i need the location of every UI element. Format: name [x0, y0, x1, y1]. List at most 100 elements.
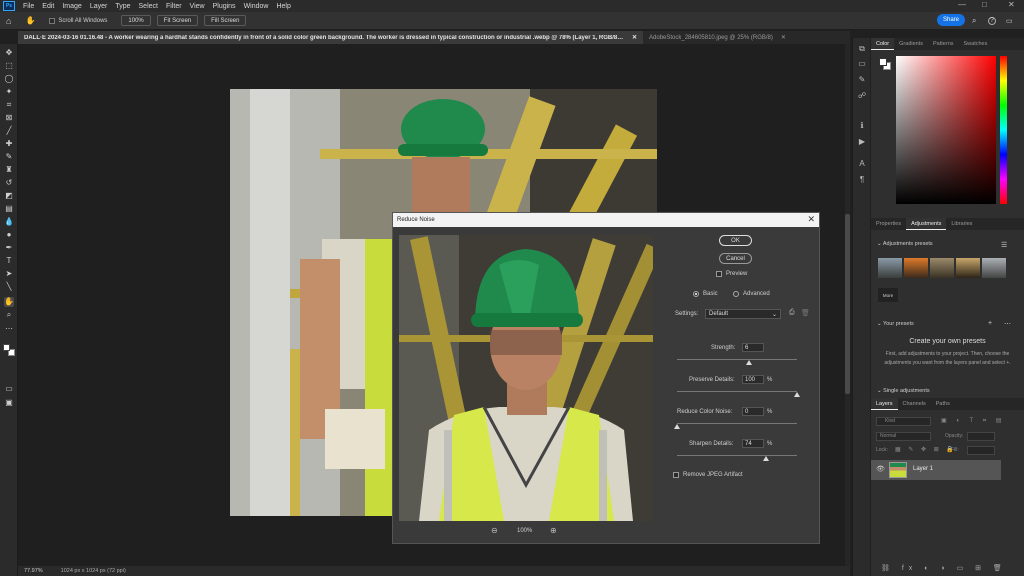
zoom-tool-icon[interactable]: ⌕	[4, 310, 14, 320]
brush-settings-icon[interactable]: ✎	[857, 74, 867, 84]
search-icon[interactable]: ⌕	[972, 16, 976, 26]
adjustments-presets-heading[interactable]: ⌄ Adjustments presets	[877, 241, 933, 247]
menu-image[interactable]: Image	[62, 3, 81, 10]
menu-window[interactable]: Window	[244, 3, 269, 10]
preserve-details-input[interactable]: 100	[742, 375, 764, 384]
fill-screen-button[interactable]: Fill Screen	[204, 15, 247, 26]
scrollbar-thumb[interactable]	[845, 214, 850, 394]
settings-select[interactable]: Default ⌄	[705, 309, 781, 319]
dodge-tool-icon[interactable]: ●	[4, 230, 14, 240]
more-tools-icon[interactable]: ⋯	[4, 324, 14, 334]
dialog-close-icon[interactable]: ✕	[807, 214, 815, 225]
menu-help[interactable]: Help	[276, 3, 290, 10]
reduce-color-noise-slider-track[interactable]	[677, 423, 797, 424]
preset-thumbnail[interactable]	[878, 258, 902, 278]
paragraph-icon[interactable]: ¶	[857, 174, 867, 184]
hand-tool-icon[interactable]: ✋	[4, 297, 14, 307]
zoom-100-button[interactable]: 100%	[121, 15, 151, 26]
blend-mode-select[interactable]: Normal	[876, 432, 931, 441]
add-preset-icon[interactable]: +	[988, 320, 992, 327]
visibility-eye-icon[interactable]: 👁	[876, 465, 885, 473]
hand-tool-icon[interactable]: ✋	[25, 16, 35, 25]
move-tool-icon[interactable]: ✥	[4, 48, 14, 58]
healing-brush-tool-icon[interactable]: ✚	[4, 139, 14, 149]
preserve-details-slider-track[interactable]	[677, 391, 797, 392]
menu-select[interactable]: Select	[139, 3, 158, 10]
opacity-field[interactable]	[967, 432, 995, 441]
tab-patterns[interactable]: Patterns	[928, 38, 958, 50]
history-icon[interactable]: ⧉	[857, 44, 867, 54]
menu-file[interactable]: File	[23, 3, 34, 10]
reduce-color-noise-slider-knob[interactable]	[674, 424, 680, 429]
zoom-level[interactable]: 77.97%	[24, 568, 43, 574]
quick-mask-icon[interactable]: ▭	[4, 384, 14, 394]
your-presets-heading[interactable]: ⌄ Your presets	[877, 321, 914, 327]
menu-edit[interactable]: Edit	[42, 3, 54, 10]
preset-thumbnail[interactable]	[930, 258, 954, 278]
ok-button[interactable]: OK	[719, 235, 752, 246]
preset-menu-icon[interactable]: ⋯	[1004, 320, 1011, 328]
blur-tool-icon[interactable]: 💧	[4, 217, 14, 227]
tab-color[interactable]: Color	[871, 38, 895, 50]
sharpen-details-slider-knob[interactable]	[762, 456, 769, 461]
layer-name[interactable]: Layer 1	[913, 466, 933, 472]
sharpen-details-slider-track[interactable]	[677, 455, 797, 456]
character-icon[interactable]: A	[857, 158, 867, 168]
tab-properties[interactable]: Properties	[871, 218, 906, 230]
sharpen-details-input[interactable]: 74	[742, 439, 764, 448]
filter-preview[interactable]	[399, 235, 653, 521]
advanced-radio[interactable]	[733, 291, 739, 297]
menu-filter[interactable]: Filter	[166, 3, 182, 10]
preview-checkbox[interactable]	[716, 271, 722, 277]
workspace-icon[interactable]: ▭	[1006, 17, 1013, 25]
remove-jpeg-artifact-checkbox[interactable]	[673, 472, 679, 478]
list-view-icon[interactable]: ☰	[1001, 241, 1007, 249]
magic-wand-tool-icon[interactable]: ✦	[4, 87, 14, 97]
brush-tool-icon[interactable]: ✎	[4, 152, 14, 162]
menu-type[interactable]: Type	[115, 3, 130, 10]
zoom-out-icon[interactable]: ⊖	[491, 526, 498, 535]
gradient-tool-icon[interactable]: ▤	[4, 204, 14, 214]
tab-adobestock-document[interactable]: AdobeStock_284605810.jpeg @ 25% (RGB/8) ✕	[643, 31, 792, 44]
basic-radio[interactable]	[693, 291, 699, 297]
cancel-button[interactable]: Cancel	[719, 253, 752, 264]
tab-dalle-document[interactable]: DALL·E 2024-03-16 01.16.48 - A worker we…	[18, 31, 644, 44]
lock-icons[interactable]: ▦ ✎ ✥ ⊠ 🔒	[895, 446, 957, 453]
preset-thumbnail[interactable]	[904, 258, 928, 278]
crop-tool-icon[interactable]: ⌗	[4, 100, 14, 110]
type-tool-icon[interactable]: T	[4, 256, 14, 266]
tab-close-icon[interactable]: ✕	[781, 34, 786, 41]
color-picker-field[interactable]	[896, 56, 996, 204]
minimize-button[interactable]: —	[958, 0, 966, 9]
single-adjustments-heading[interactable]: ⌄ Single adjustments	[877, 388, 930, 394]
dialog-title-bar[interactable]: Reduce Noise ✕	[393, 213, 819, 227]
strength-slider-track[interactable]	[677, 359, 797, 360]
delete-settings-icon[interactable]: 🗑	[801, 309, 810, 317]
menu-view[interactable]: View	[190, 3, 205, 10]
menu-plugins[interactable]: Plugins	[213, 3, 236, 10]
fit-screen-button[interactable]: Fit Screen	[156, 15, 199, 26]
reduce-color-noise-input[interactable]: 0	[742, 407, 764, 416]
path-selection-tool-icon[interactable]: ➤	[4, 269, 14, 279]
line-tool-icon[interactable]: ╲	[4, 282, 14, 292]
tab-gradients[interactable]: Gradients	[894, 38, 928, 50]
fill-field[interactable]	[967, 446, 995, 455]
screen-mode-icon[interactable]: ▣	[4, 398, 14, 408]
layer-filter-icons[interactable]: ▣ ◐ T ⌗ ▤	[941, 417, 1011, 426]
more-presets-button[interactable]: More	[878, 288, 898, 302]
history-brush-tool-icon[interactable]: ↺	[4, 178, 14, 188]
save-settings-icon[interactable]: ⎙	[789, 309, 795, 317]
preset-thumbnail[interactable]	[956, 258, 980, 278]
close-button[interactable]: ✕	[1008, 0, 1015, 9]
comments-icon[interactable]: ▭	[857, 58, 867, 68]
lasso-tool-icon[interactable]: ◯	[4, 74, 14, 84]
tab-close-icon[interactable]: ✕	[632, 34, 637, 41]
zoom-in-icon[interactable]: ⊕	[550, 526, 557, 535]
tab-channels[interactable]: Channels	[898, 398, 931, 410]
color-swatch-pair[interactable]	[879, 58, 891, 70]
hue-slider[interactable]	[1000, 56, 1007, 204]
actions-icon[interactable]: ▶	[857, 136, 867, 146]
tab-paths[interactable]: Paths	[931, 398, 955, 410]
home-icon[interactable]: ⌂	[6, 16, 11, 26]
tab-adjustments[interactable]: Adjustments	[906, 218, 947, 230]
